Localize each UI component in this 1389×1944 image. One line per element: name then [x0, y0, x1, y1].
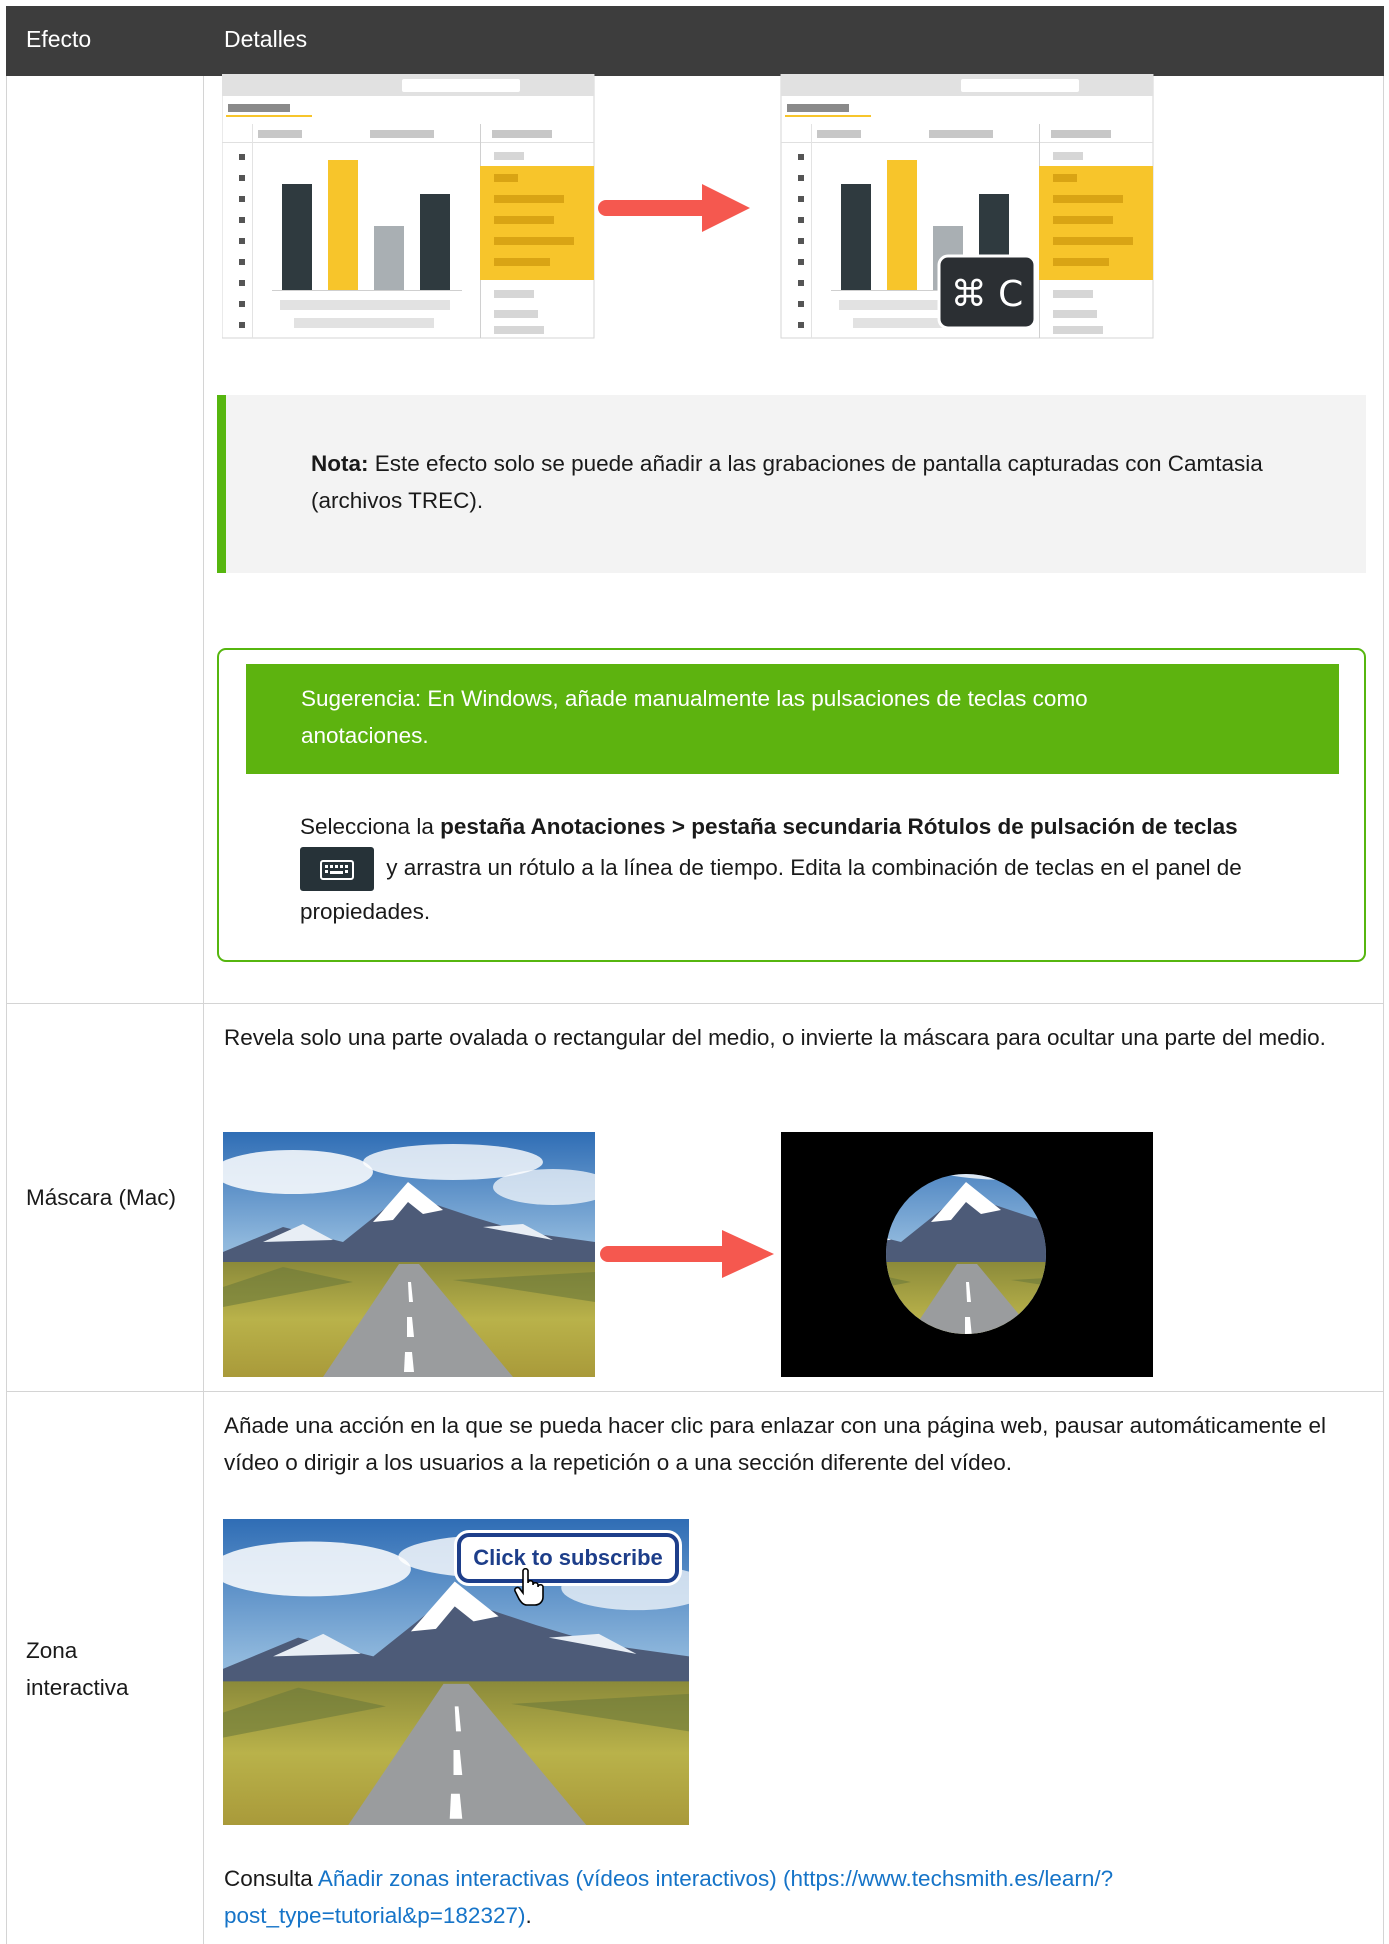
mask-description: Revela solo una parte ovalada o rectangu… [224, 1025, 1326, 1050]
note-body: Este efecto solo se puede añadir a las g… [311, 451, 1263, 513]
hand-cursor-icon [514, 1567, 544, 1606]
tip-body-path: pestaña Anotaciones > pestaña secundaria… [440, 814, 1238, 839]
row-divider-2 [6, 1391, 1384, 1392]
hotspot-tutorial-link[interactable]: Añadir zonas interactivas (vídeos intera… [224, 1866, 1113, 1928]
app-window-after: ⌘ C [780, 74, 1154, 339]
shortcut-badge: ⌘ C [951, 274, 1024, 315]
hotspot-image: Click to subscribe [223, 1519, 689, 1825]
arrow-right-icon [598, 184, 750, 232]
tip-title: Sugerencia: En Windows, añade manualment… [301, 686, 1088, 748]
table-border-left [6, 76, 7, 1944]
tip-box: Sugerencia: En Windows, añade manualment… [217, 648, 1366, 962]
tip-body-rest: y arrastra un rótulo a la línea de tiemp… [300, 855, 1242, 925]
column-header-effect: Efecto [26, 26, 92, 52]
hotspot-description: Añade una acción en la que se pueda hace… [224, 1413, 1326, 1475]
table-header: Efecto Detalles [6, 6, 1384, 76]
note-text: Nota: Este efecto solo se puede añadir a… [311, 445, 1331, 519]
see-also-prefix: Consulta [224, 1866, 318, 1891]
keystroke-illustration: ⌘ C [222, 74, 1154, 339]
effect-name-mask: Máscara (Mac) [26, 1185, 177, 1210]
tip-body-intro: Selecciona la [300, 814, 441, 839]
hotspot-see-also: Consulta Añadir zonas interactivas (víde… [224, 1860, 1224, 1934]
row-divider-1 [6, 1003, 1384, 1004]
keyboard-icon [300, 847, 374, 892]
see-also-suffix: . [525, 1903, 532, 1928]
tip-banner: Sugerencia: En Windows, añade manualment… [246, 664, 1339, 774]
masked-landscape-image [781, 1132, 1153, 1377]
subscribe-hotspot-button[interactable]: Click to subscribe [457, 1533, 679, 1583]
landscape-image [223, 1132, 595, 1377]
arrow-right-icon [600, 1230, 774, 1278]
note-box: Nota: Este efecto solo se puede añadir a… [217, 395, 1366, 573]
column-header-details: Detalles [224, 26, 308, 52]
column-divider [203, 76, 204, 1944]
table-border-right [1383, 76, 1384, 1944]
tip-body: Selecciona la pestaña Anotaciones > pest… [300, 806, 1310, 932]
note-label: Nota: [311, 451, 369, 476]
effect-name-hotspot: Zona interactiva [26, 1638, 129, 1700]
app-window-before [222, 74, 595, 339]
